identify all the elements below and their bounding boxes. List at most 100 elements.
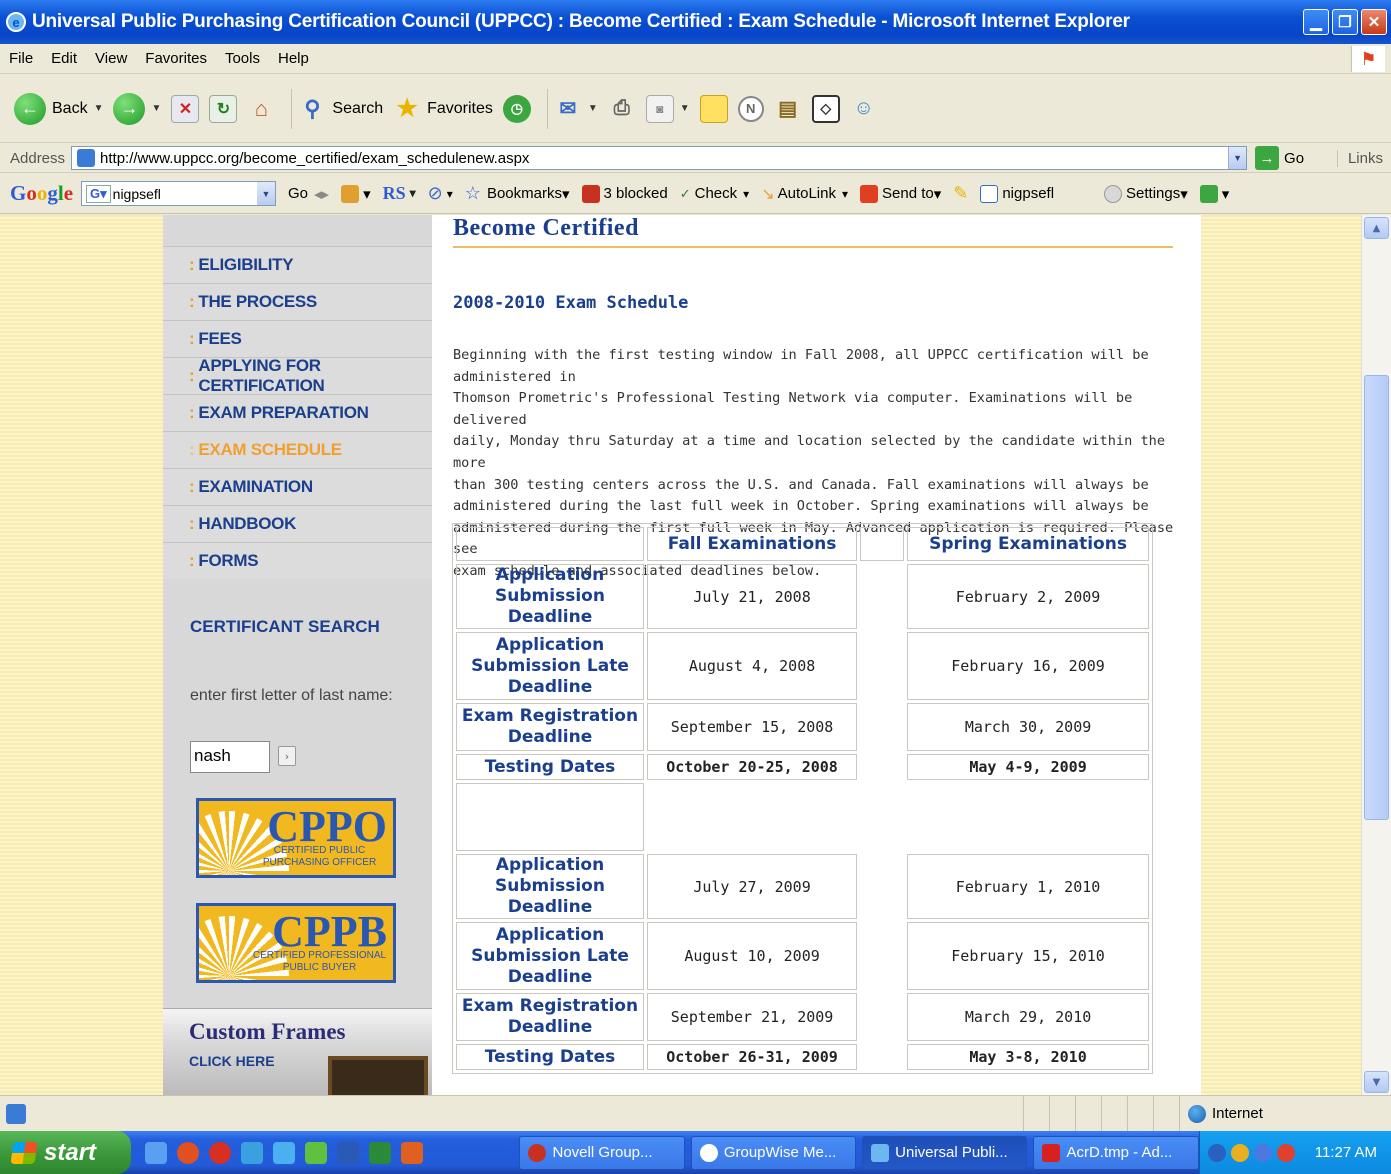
popup-blocker-button[interactable]: 3 blocked (581, 184, 668, 203)
frame-button[interactable]: ◇ (811, 94, 840, 123)
scroll-thumb[interactable] (1364, 375, 1389, 820)
sidebar-item-the-process[interactable]: : THE PROCESS (163, 283, 432, 320)
forward-button[interactable]: → ▼ (113, 92, 161, 125)
chevron-down-icon[interactable]: ▼ (257, 182, 276, 205)
sidebar-item-handbook[interactable]: : HANDBOOK (163, 505, 432, 542)
menu-help[interactable]: Help (269, 50, 318, 67)
history-button[interactable]: ◷ (502, 94, 531, 123)
tray-shield-icon[interactable] (1230, 1143, 1249, 1162)
links-button[interactable]: Links (1336, 149, 1391, 167)
excel-quicklaunch-icon[interactable] (369, 1141, 392, 1164)
network-icon[interactable] (1253, 1143, 1272, 1162)
outlook-quicklaunch-icon[interactable] (401, 1141, 424, 1164)
spring-date: March 29, 2010 (907, 993, 1149, 1041)
taskbar-item-novell[interactable]: Novell Group... (519, 1135, 685, 1170)
settings-button[interactable]: Settings ▾ (1104, 184, 1188, 203)
home-button[interactable]: ⌂ (247, 95, 275, 123)
pagerank-button[interactable]: ▾ (341, 184, 371, 203)
sidebar-item-label: THE PROCESS (198, 292, 317, 311)
sidebar-item-eligibility[interactable]: : ELIGIBILITY (163, 246, 432, 283)
chevron-down-icon[interactable]: ▼ (680, 103, 690, 114)
cppo-logo[interactable]: CPPO CERTIFIED PUBLIC PURCHASING OFFICER (196, 798, 396, 878)
mail-button[interactable]: ✉ ▼ (554, 95, 598, 123)
row-label-line: Deadline (507, 1017, 593, 1037)
sidebar-item-examination[interactable]: : EXAMINATION (163, 468, 432, 505)
google-logo[interactable]: Google (10, 181, 73, 206)
sidebar-item-applying[interactable]: : APPLYING FOR CERTIFICATION (163, 356, 432, 395)
chevron-down-icon[interactable]: ▼ (151, 103, 161, 114)
autolink-button[interactable]: ↘ AutoLink ▾ (761, 184, 848, 204)
address-label: Address (10, 149, 66, 167)
close-button[interactable]: ✕ (1361, 9, 1387, 35)
security-zone[interactable]: Internet (1179, 1096, 1391, 1131)
minimize-button[interactable]: ▁ (1303, 9, 1329, 35)
start-button[interactable]: start (0, 1131, 132, 1174)
task-label: AcrD.tmp - Ad... (1066, 1144, 1173, 1161)
scroll-down-icon[interactable]: ▼ (1364, 1071, 1389, 1093)
note-button[interactable] (699, 94, 728, 123)
tray-alert-icon[interactable] (1276, 1143, 1295, 1162)
menu-tools[interactable]: Tools (216, 50, 269, 67)
chevron-down-icon[interactable]: ▼ (1228, 147, 1247, 169)
check-label: Check (694, 185, 738, 202)
highlight-button[interactable]: ⊘ ▾ (428, 183, 453, 204)
search-term-button[interactable]: nigpsefl (980, 184, 1054, 203)
sidebar-item-forms[interactable]: : FORMS (163, 542, 432, 579)
messenger-button[interactable]: N (737, 95, 764, 122)
ie-quicklaunch-icon[interactable] (145, 1141, 168, 1164)
custom-frames-link[interactable]: CLICK HERE (189, 1053, 275, 1069)
address-url[interactable]: http://www.uppcc.org/become_certified/ex… (100, 150, 1228, 167)
menu-edit[interactable]: Edit (42, 50, 86, 67)
favorites-button[interactable]: ★ Favorites (393, 95, 493, 123)
scroll-up-icon[interactable]: ▲ (1364, 217, 1389, 239)
google-g-icon[interactable]: G▾ (86, 184, 111, 203)
google-search-value[interactable]: nigpsefl (113, 186, 161, 202)
google-go-button[interactable]: Go ◂▸ (288, 185, 329, 203)
contacts-button[interactable]: ☺ (850, 95, 878, 123)
desktop-quicklaunch-icon[interactable] (305, 1141, 328, 1164)
taskbar-item-ie[interactable]: Universal Publi... (862, 1135, 1028, 1170)
chevron-down-icon[interactable]: ▼ (588, 103, 598, 114)
research-button[interactable]: ▤ (774, 95, 802, 123)
sidebar-item-exam-schedule[interactable]: : EXAM SCHEDULE (163, 431, 432, 468)
table-header-row: Fall Examinations Spring Examinations (456, 527, 1149, 561)
refresh-button[interactable]: ↻ (209, 94, 238, 123)
back-button[interactable]: ← Back ▼ (14, 92, 104, 125)
sidebar-item-exam-preparation[interactable]: : EXAM PREPARATION (163, 394, 432, 431)
network-quicklaunch-icon[interactable] (273, 1141, 296, 1164)
messenger-quicklaunch-icon[interactable] (209, 1141, 232, 1164)
google-search-input[interactable]: G▾ nigpsefl ▼ (81, 181, 277, 206)
go-button[interactable]: → Go (1255, 146, 1304, 170)
table-row: Testing Dates October 20-25, 2008 May 4-… (456, 754, 1149, 780)
address-input[interactable]: http://www.uppcc.org/become_certified/ex… (71, 146, 1248, 170)
highlighter-button[interactable]: ✎ (953, 183, 968, 204)
cppb-logo[interactable]: CPPB CERTIFIED PROFESSIONAL PUBLIC BUYER (196, 903, 396, 983)
rs-button[interactable]: RS ▾ (383, 183, 416, 204)
menu-favorites[interactable]: Favorites (136, 50, 216, 67)
word-quicklaunch-icon[interactable] (337, 1141, 360, 1164)
taskbar-item-groupwise[interactable]: GroupWise Me... (690, 1135, 857, 1170)
translate-button[interactable]: ▾ (1199, 184, 1229, 203)
exam-schedule-table: Fall Examinations Spring Examinations Ap… (452, 523, 1153, 1074)
address-bar: Address http://www.uppcc.org/become_cert… (0, 144, 1391, 173)
bookmarks-button[interactable]: ☆ Bookmarks ▾ (465, 183, 570, 204)
edit-button[interactable]: ◙ ▼ (645, 94, 690, 123)
certificant-search-input[interactable]: nash (190, 741, 270, 773)
vertical-scrollbar[interactable]: ▲ ▼ (1361, 215, 1391, 1095)
menu-view[interactable]: View (86, 50, 136, 67)
chevron-down-icon[interactable]: ▼ (94, 103, 104, 114)
spellcheck-button[interactable]: ✓ Check ▾ (680, 185, 749, 202)
print-button[interactable]: ⎙ (608, 95, 636, 123)
taskbar-item-acrobat[interactable]: AcrD.tmp - Ad... (1033, 1135, 1199, 1170)
search-button[interactable]: ⚲ Search (298, 95, 383, 123)
menu-file[interactable]: File (0, 50, 42, 67)
stop-button[interactable]: ✕ (171, 94, 200, 123)
groupwise-quicklaunch-icon[interactable] (177, 1141, 200, 1164)
chevron-left-icon[interactable] (1207, 1143, 1226, 1162)
explorer-quicklaunch-icon[interactable] (241, 1141, 264, 1164)
custom-frames-ad[interactable]: Custom Frames CLICK HERE (163, 1008, 432, 1095)
restore-button[interactable]: ❐ (1332, 9, 1358, 35)
sidebar-item-fees[interactable]: : FEES (163, 320, 432, 357)
chevron-right-icon[interactable]: › (278, 746, 296, 766)
sendto-button[interactable]: Send to ▾ (860, 184, 941, 203)
